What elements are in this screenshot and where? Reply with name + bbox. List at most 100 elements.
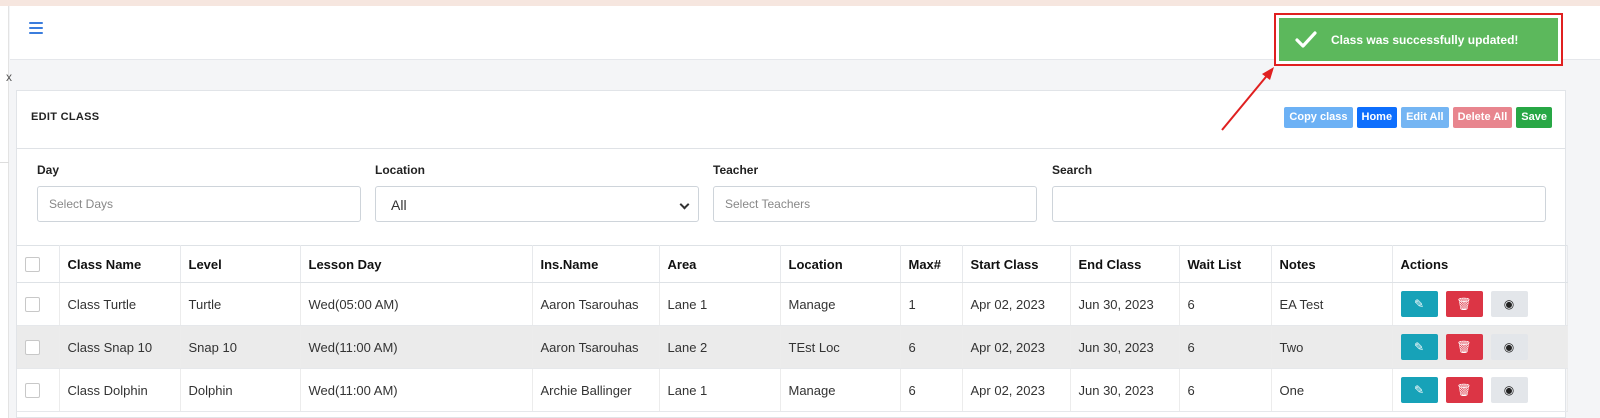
eye-icon[interactable]: ◉ xyxy=(1490,291,1528,317)
trash-icon[interactable]: 🗑 xyxy=(1445,334,1483,360)
search-filter: Search xyxy=(1052,163,1546,222)
chevron-down-icon xyxy=(679,199,690,210)
copy-class-button[interactable]: Copy class xyxy=(1284,107,1353,128)
checkmark-icon xyxy=(1295,30,1317,48)
table-cell: Archie Ballinger xyxy=(532,368,660,412)
table-cell: Class Turtle xyxy=(59,282,181,326)
pencil-icon[interactable]: ✎ xyxy=(1400,377,1438,403)
table-row: Class Snap 10 Snap 10 Wed(11:00 AM) Aaro… xyxy=(17,325,1568,369)
table-cell: TEst Loc xyxy=(780,325,901,369)
table-cell: Manage xyxy=(780,282,901,326)
table-cell: EA Test xyxy=(1271,282,1393,326)
eye-icon[interactable]: ◉ xyxy=(1490,377,1528,403)
delete-all-button[interactable]: Delete All xyxy=(1452,107,1513,128)
home-button[interactable]: Home xyxy=(1356,107,1398,128)
trash-icon[interactable]: 🗑 xyxy=(1445,291,1483,317)
column-header[interactable]: Area xyxy=(659,245,781,283)
location-selected-value: All xyxy=(391,197,407,213)
column-header: Actions xyxy=(1392,245,1568,283)
column-header[interactable]: Class Name xyxy=(59,245,181,283)
table-cell: Jun 30, 2023 xyxy=(1070,282,1180,326)
table-cell: Lane 1 xyxy=(659,282,781,326)
search-label: Search xyxy=(1052,163,1093,177)
trash-icon[interactable]: 🗑 xyxy=(1445,377,1483,403)
table-cell: Class Snap 10 xyxy=(59,325,181,369)
table-cell: One xyxy=(1271,368,1393,412)
hamburger-icon[interactable] xyxy=(29,22,43,36)
search-input[interactable] xyxy=(1052,186,1546,222)
table-row: Class Dolphin Dolphin Wed(11:00 AM) Arch… xyxy=(17,368,1568,412)
toast-message: Class was successfully updated! xyxy=(1331,32,1519,47)
column-header[interactable]: Location xyxy=(780,245,901,283)
actions-cell: ✎ 🗑 ◉ xyxy=(1392,325,1568,369)
table-cell: Wed(05:00 AM) xyxy=(300,282,533,326)
column-header[interactable]: Start Class xyxy=(962,245,1071,283)
location-label: Location xyxy=(375,163,425,177)
table-cell: 6 xyxy=(1179,282,1272,326)
teacher-select[interactable]: Select Teachers xyxy=(713,186,1037,222)
row-checkbox[interactable] xyxy=(25,383,40,399)
table-row: Class Turtle Turtle Wed(05:00 AM) Aaron … xyxy=(17,282,1568,326)
teacher-label: Teacher xyxy=(713,163,759,177)
card-header: EDIT CLASS Copy class Home Edit All Dele… xyxy=(17,91,1565,149)
classes-table: Class Name Level Lesson Day Ins.Name Are… xyxy=(17,245,1568,412)
table-cell: Manage xyxy=(780,368,901,412)
table-cell: Turtle xyxy=(180,282,301,326)
table-cell: 6 xyxy=(1179,325,1272,369)
column-header[interactable]: Wait List xyxy=(1179,245,1272,283)
location-filter: Location All xyxy=(375,163,699,222)
table-cell: 6 xyxy=(900,368,963,412)
left-panel-divider xyxy=(0,162,9,163)
table-cell: Jun 30, 2023 xyxy=(1070,325,1180,369)
location-select[interactable]: All xyxy=(375,186,699,222)
table-cell: Apr 02, 2023 xyxy=(962,325,1071,369)
pencil-icon[interactable]: ✎ xyxy=(1400,334,1438,360)
success-toast-highlight: Class was successfully updated! xyxy=(1274,13,1563,66)
table-cell: 6 xyxy=(1179,368,1272,412)
table-cell: Wed(11:00 AM) xyxy=(300,368,533,412)
table-cell: 1 xyxy=(900,282,963,326)
actions-cell: ✎ 🗑 ◉ xyxy=(1392,368,1568,412)
table-cell: Aaron Tsarouhas xyxy=(532,325,660,369)
table-cell: 6 xyxy=(900,325,963,369)
pencil-icon[interactable]: ✎ xyxy=(1400,291,1438,317)
column-header[interactable]: Notes xyxy=(1271,245,1393,283)
table-cell: Dolphin xyxy=(180,368,301,412)
column-header[interactable]: Lesson Day xyxy=(300,245,533,283)
eye-icon[interactable]: ◉ xyxy=(1490,334,1528,360)
annotation-arrow xyxy=(1221,67,1274,131)
success-toast[interactable]: Class was successfully updated! xyxy=(1279,18,1558,61)
column-header[interactable]: Level xyxy=(180,245,301,283)
page-title: EDIT CLASS xyxy=(31,111,100,123)
table-header-row: Class Name Level Lesson Day Ins.Name Are… xyxy=(17,245,1568,283)
column-header[interactable]: End Class xyxy=(1070,245,1180,283)
table-cell: Class Dolphin xyxy=(59,368,181,412)
table-cell: Two xyxy=(1271,325,1393,369)
row-checkbox[interactable] xyxy=(25,340,40,356)
table-cell: Apr 02, 2023 xyxy=(962,282,1071,326)
action-toolbar: Copy class Home Edit All Delete All Save xyxy=(1284,107,1552,128)
edit-all-button[interactable]: Edit All xyxy=(1401,107,1449,128)
row-select-cell xyxy=(17,282,60,326)
table-cell: Wed(11:00 AM) xyxy=(300,325,533,369)
row-select-cell xyxy=(17,368,60,412)
table-cell: Lane 2 xyxy=(659,325,781,369)
day-filter: Day Select Days xyxy=(37,163,361,222)
day-select[interactable]: Select Days xyxy=(37,186,361,222)
table-cell: Aaron Tsarouhas xyxy=(532,282,660,326)
day-label: Day xyxy=(37,163,60,177)
row-select-cell xyxy=(17,325,60,369)
left-panel-close[interactable]: x xyxy=(6,70,12,84)
select-all-checkbox[interactable] xyxy=(25,257,40,273)
row-checkbox[interactable] xyxy=(25,297,40,313)
column-header[interactable]: Ins.Name xyxy=(532,245,660,283)
actions-cell: ✎ 🗑 ◉ xyxy=(1392,282,1568,326)
table-cell: Jun 30, 2023 xyxy=(1070,368,1180,412)
left-panel-edge: x xyxy=(0,6,12,418)
filters-row: Day Select Days Location All Teacher Sel… xyxy=(37,163,1547,223)
column-header[interactable]: Max# xyxy=(900,245,963,283)
save-button[interactable]: Save xyxy=(1516,107,1552,128)
edit-class-card: EDIT CLASS Copy class Home Edit All Dele… xyxy=(16,90,1568,418)
table-cell: Apr 02, 2023 xyxy=(962,368,1071,412)
table-cell: Snap 10 xyxy=(180,325,301,369)
